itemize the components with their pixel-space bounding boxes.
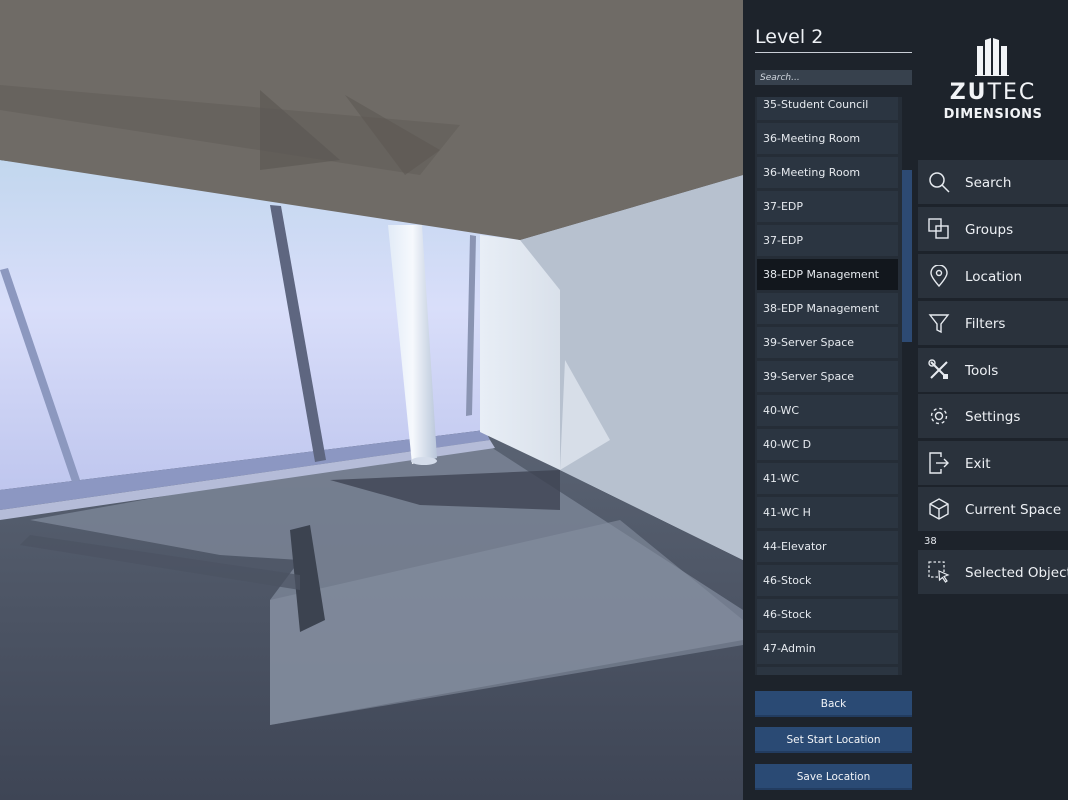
room-list-item[interactable]: 41-WC H [757,497,898,528]
room-list-item[interactable]: 44-Elevator [757,531,898,562]
brand-subtitle: DIMENSIONS [943,107,1043,122]
current-space-number: 38 [924,536,937,547]
menu-exit-label: Exit [965,456,991,472]
brand-name-bold: ZU [949,80,988,105]
menu-selected-object[interactable]: Selected Object [918,550,1068,594]
room-list-item[interactable]: 47-Admin [757,633,898,664]
room-list-item[interactable]: 40-WC [757,395,898,426]
menu-search[interactable]: Search [918,160,1068,204]
menu-settings[interactable]: Settings [918,394,1068,438]
room-list-item[interactable]: 39-Server Space [757,327,898,358]
menu-settings-label: Settings [965,409,1021,425]
groups-icon [928,218,949,239]
menu-current-space[interactable]: Current Space [918,487,1068,531]
room-list-item[interactable]: 39-Server Space [757,361,898,392]
selection-cursor-icon [928,561,950,583]
menu-tools[interactable]: Tools [918,348,1068,392]
menu-current-space-label: Current Space [965,502,1062,518]
gear-icon [930,407,948,425]
room-list-item[interactable]: 37-EDP [757,225,898,256]
navigation-panel: Level 2 35-Student Council 36-Meeting Roo… [743,0,1068,800]
filter-icon [928,314,950,334]
room-list-item[interactable]: 37-EDP [757,191,898,222]
room-list[interactable]: 35-Student Council 36-Meeting Room 36-Meet… [755,97,902,675]
room-list-items: 35-Student Council 36-Meeting Room 36-Meet… [755,97,902,675]
save-location-button[interactable]: Save Location [755,764,912,790]
room-list-item[interactable]: 36-Meeting Room [757,123,898,154]
menu-groups-label: Groups [965,222,1014,238]
set-start-location-button[interactable]: Set Start Location [755,727,912,753]
room-list-item[interactable] [757,667,898,675]
menu-groups[interactable]: Groups [918,207,1068,251]
exit-icon [929,452,949,474]
menu-filters[interactable]: Filters [918,301,1068,345]
menu-search-label: Search [965,175,1012,191]
room-list-item[interactable]: 46-Stock [757,599,898,630]
location-pin-icon [930,265,948,287]
room-list-item[interactable]: 41-WC [757,463,898,494]
back-button[interactable]: Back [755,691,912,717]
menu-exit[interactable]: Exit [918,441,1068,485]
room-list-item[interactable]: 38-EDP Management [757,259,898,290]
3d-viewport[interactable] [0,0,743,800]
room-list-item[interactable]: 40-WC D [757,429,898,460]
level-title: Level 2 [755,26,912,53]
room-list-scrollbar[interactable] [902,170,912,342]
brand-name: ZUTEC [923,82,1063,104]
menu-filters-label: Filters [965,316,1006,332]
tools-icon [928,359,948,379]
menu-tools-label: Tools [965,363,999,379]
room-list-item[interactable]: 35-Student Council [757,97,898,120]
room-search-input[interactable] [755,70,912,85]
menu-location-label: Location [965,269,1023,285]
menu-selected-object-label: Selected Object [965,565,1068,581]
room-list-item[interactable]: 46-Stock [757,565,898,596]
search-icon [929,172,950,193]
room-list-item[interactable]: 36-Meeting Room [757,157,898,188]
building-logo-icon [975,38,1009,76]
menu-location[interactable]: Location [918,254,1068,298]
brand-name-thin: TEC [987,80,1037,105]
room-list-item[interactable]: 38-EDP Management [757,293,898,324]
brand-logo: ZUTEC DIMENSIONS [923,36,1063,122]
cube-icon [929,498,949,520]
room-render [0,0,743,800]
